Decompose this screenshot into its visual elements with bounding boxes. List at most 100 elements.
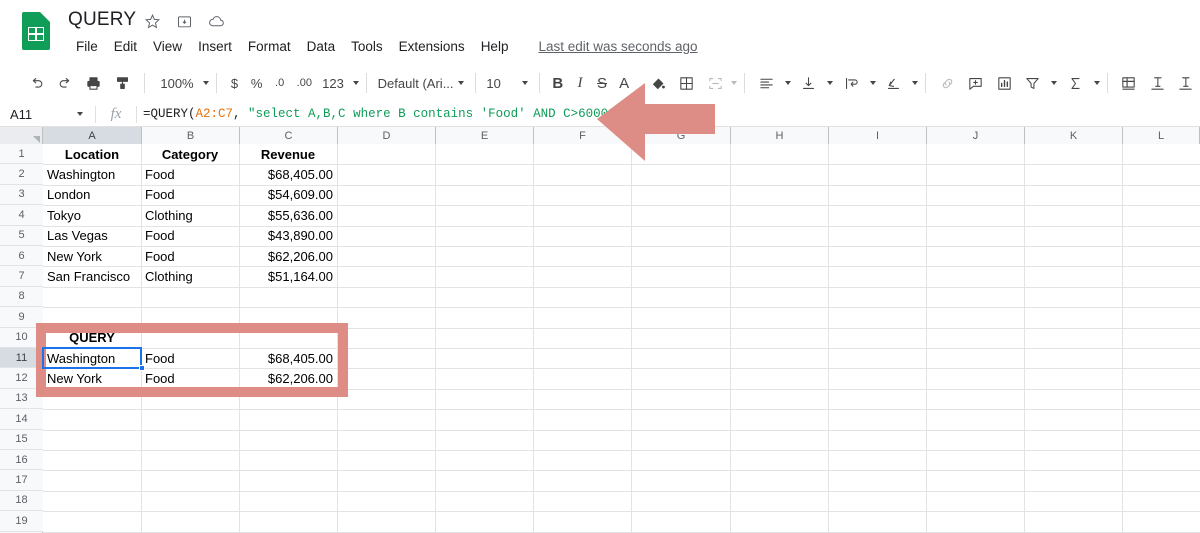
- menu-item-insert[interactable]: Insert: [190, 37, 240, 56]
- menu-item-view[interactable]: View: [145, 37, 190, 56]
- chevron-down-icon[interactable]: [827, 81, 834, 85]
- row-header-5[interactable]: 5: [0, 225, 43, 246]
- format-currency-button[interactable]: $: [223, 70, 245, 96]
- cell-A7[interactable]: San Francisco: [43, 266, 141, 286]
- cell-C5[interactable]: $43,890.00: [239, 226, 337, 246]
- row-header-9[interactable]: 9: [0, 307, 43, 328]
- cloud-saved-icon[interactable]: [207, 12, 225, 30]
- cell-A12[interactable]: New York: [43, 368, 141, 388]
- cell-C6[interactable]: $62,206.00: [239, 246, 337, 266]
- insert-comment-icon[interactable]: [965, 70, 988, 96]
- cell-B12[interactable]: Food: [141, 368, 239, 388]
- paragraph-two-icon[interactable]: [1174, 70, 1197, 96]
- chevron-down-icon[interactable]: [731, 81, 738, 85]
- cell-A4[interactable]: Tokyo: [43, 205, 141, 225]
- row-header-8[interactable]: 8: [0, 286, 43, 308]
- cell-A10[interactable]: QUERY: [43, 328, 141, 348]
- row-header-18[interactable]: 18: [0, 490, 43, 512]
- vertical-align-icon[interactable]: [798, 70, 821, 96]
- row-header-4[interactable]: 4: [0, 205, 43, 226]
- row-header-7[interactable]: 7: [0, 266, 43, 287]
- create-filter-icon[interactable]: [1022, 70, 1045, 96]
- column-header-l[interactable]: L: [1123, 127, 1200, 144]
- column-header-b[interactable]: B: [142, 127, 240, 144]
- column-header-a[interactable]: A: [43, 127, 142, 144]
- chevron-down-icon[interactable]: [912, 81, 919, 85]
- fill-handle[interactable]: [139, 365, 145, 371]
- column-header-k[interactable]: K: [1025, 127, 1123, 144]
- chevron-down-icon[interactable]: [1093, 81, 1100, 85]
- cell-A5[interactable]: Las Vegas: [43, 226, 141, 246]
- menu-item-file[interactable]: File: [68, 37, 106, 56]
- row-header-10[interactable]: 10: [0, 327, 43, 348]
- decrease-decimal-button[interactable]: .0: [268, 70, 292, 96]
- insert-chart-icon[interactable]: [993, 70, 1016, 96]
- bold-button[interactable]: B: [547, 70, 569, 96]
- text-wrap-icon[interactable]: [840, 70, 863, 96]
- paragraph-one-icon[interactable]: [1146, 70, 1169, 96]
- row-header-17[interactable]: 17: [0, 470, 43, 491]
- menu-item-extensions[interactable]: Extensions: [391, 37, 473, 56]
- horizontal-align-icon[interactable]: [755, 70, 778, 96]
- cell-A1[interactable]: Location: [43, 144, 141, 164]
- cell-A6[interactable]: New York: [43, 246, 141, 266]
- cell-C3[interactable]: $54,609.00: [239, 185, 337, 205]
- row-header-19[interactable]: 19: [0, 511, 43, 532]
- menu-item-format[interactable]: Format: [240, 37, 299, 56]
- print-icon[interactable]: [83, 70, 106, 96]
- undo-icon[interactable]: [26, 70, 49, 96]
- row-header-11[interactable]: 11: [0, 348, 43, 369]
- cell-B2[interactable]: Food: [141, 164, 239, 184]
- paint-format-icon[interactable]: [111, 70, 134, 96]
- format-percent-button[interactable]: %: [246, 70, 268, 96]
- font-size-selector[interactable]: 10: [482, 70, 532, 96]
- menu-item-edit[interactable]: Edit: [106, 37, 145, 56]
- cell-C4[interactable]: $55,636.00: [239, 205, 337, 225]
- row-header-6[interactable]: 6: [0, 246, 43, 267]
- cell-B6[interactable]: Food: [141, 246, 239, 266]
- cell-C11[interactable]: $68,405.00: [239, 348, 337, 368]
- insert-link-icon[interactable]: [936, 70, 959, 96]
- menu-item-tools[interactable]: Tools: [343, 37, 391, 56]
- document-title[interactable]: QUERY: [68, 9, 136, 31]
- star-icon[interactable]: [143, 12, 161, 30]
- chevron-down-icon[interactable]: [784, 81, 791, 85]
- row-header-14[interactable]: 14: [0, 409, 43, 430]
- cell-C12[interactable]: $62,206.00: [239, 368, 337, 388]
- increase-decimal-button[interactable]: .00: [292, 70, 318, 96]
- row-header-3[interactable]: 3: [0, 184, 43, 206]
- chevron-down-icon[interactable]: [869, 81, 876, 85]
- sheets-logo-icon[interactable]: [22, 12, 50, 50]
- text-rotation-icon[interactable]: [883, 70, 906, 96]
- chevron-down-icon[interactable]: [77, 112, 83, 116]
- row-header-16[interactable]: 16: [0, 450, 43, 471]
- cell-B4[interactable]: Clothing: [141, 205, 239, 225]
- chevron-down-icon[interactable]: [1051, 81, 1058, 85]
- move-to-folder-icon[interactable]: [175, 12, 193, 30]
- column-header-j[interactable]: J: [927, 127, 1025, 144]
- cell-C2[interactable]: $68,405.00: [239, 164, 337, 184]
- functions-sigma-icon[interactable]: [1064, 70, 1087, 96]
- cell-A2[interactable]: Washington: [43, 164, 141, 184]
- row-header-12[interactable]: 12: [0, 368, 43, 389]
- font-family-selector[interactable]: Default (Ari...: [374, 70, 468, 96]
- column-header-c[interactable]: C: [240, 127, 338, 144]
- last-edit-status[interactable]: Last edit was seconds ago: [538, 39, 697, 54]
- zoom-selector[interactable]: 100%: [155, 70, 209, 96]
- cell-B7[interactable]: Clothing: [141, 266, 239, 286]
- row-header-1[interactable]: 1: [0, 144, 43, 165]
- column-header-i[interactable]: I: [829, 127, 927, 144]
- name-box[interactable]: A11: [0, 102, 95, 127]
- select-all-corner[interactable]: [0, 127, 43, 144]
- freeze-icon[interactable]: [1117, 70, 1140, 96]
- cell-B5[interactable]: Food: [141, 226, 239, 246]
- column-header-e[interactable]: E: [436, 127, 534, 144]
- cell-C7[interactable]: $51,164.00: [239, 266, 337, 286]
- cell-B11[interactable]: Food: [141, 348, 239, 368]
- cell-C1[interactable]: Revenue: [239, 144, 337, 164]
- menu-item-data[interactable]: Data: [299, 37, 344, 56]
- menu-item-help[interactable]: Help: [473, 37, 517, 56]
- row-header-2[interactable]: 2: [0, 164, 43, 185]
- redo-icon[interactable]: [54, 70, 77, 96]
- row-header-15[interactable]: 15: [0, 429, 43, 450]
